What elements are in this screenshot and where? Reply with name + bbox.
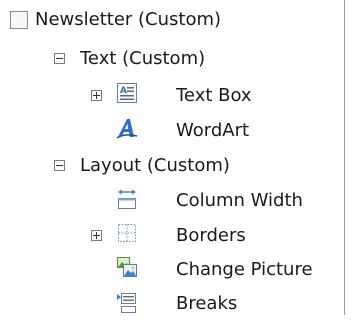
tree-item-breaks[interactable]: Breaks: [176, 287, 237, 321]
tree-item-label: Layout (Custom): [80, 155, 230, 176]
tree-item-column-width[interactable]: Column Width: [176, 184, 303, 218]
tree-item-label: Breaks: [176, 293, 238, 314]
tree-item-label: Change Picture: [176, 259, 313, 280]
borders-icon: [118, 224, 136, 242]
tree-item-layout-group[interactable]: Layout (Custom): [80, 149, 230, 183]
tree-item-borders[interactable]: Borders: [176, 219, 246, 253]
tree-item-change-picture[interactable]: Change Picture: [176, 253, 313, 287]
collapse-icon[interactable]: [54, 53, 65, 64]
tree-item-label: Column Width: [176, 190, 303, 211]
tree-item-text-group[interactable]: Text (Custom): [80, 42, 205, 76]
textbox-icon: A: [117, 83, 137, 103]
wordart-icon: [116, 119, 138, 139]
tree-item-newsletter[interactable]: Newsletter (Custom): [35, 3, 221, 37]
column-width-icon: [118, 189, 136, 209]
tree-item-text-box[interactable]: Text Box: [176, 79, 252, 113]
tree-item-label: Text (Custom): [80, 48, 206, 69]
svg-text:A: A: [120, 86, 127, 96]
panel-right-border: [344, 0, 345, 315]
change-picture-icon: [117, 257, 137, 277]
breaks-icon: [117, 293, 136, 313]
collapse-icon[interactable]: [54, 160, 65, 171]
tree-item-label: WordArt: [176, 120, 250, 141]
tree-item-label: Text Box: [176, 85, 252, 106]
root-checkbox[interactable]: [10, 11, 28, 29]
expand-icon[interactable]: [91, 90, 102, 101]
tree-item-label: Borders: [176, 225, 246, 246]
expand-icon[interactable]: [91, 230, 102, 241]
tree-item-wordart[interactable]: WordArt: [176, 114, 249, 148]
tree-item-label: Newsletter (Custom): [35, 9, 222, 30]
